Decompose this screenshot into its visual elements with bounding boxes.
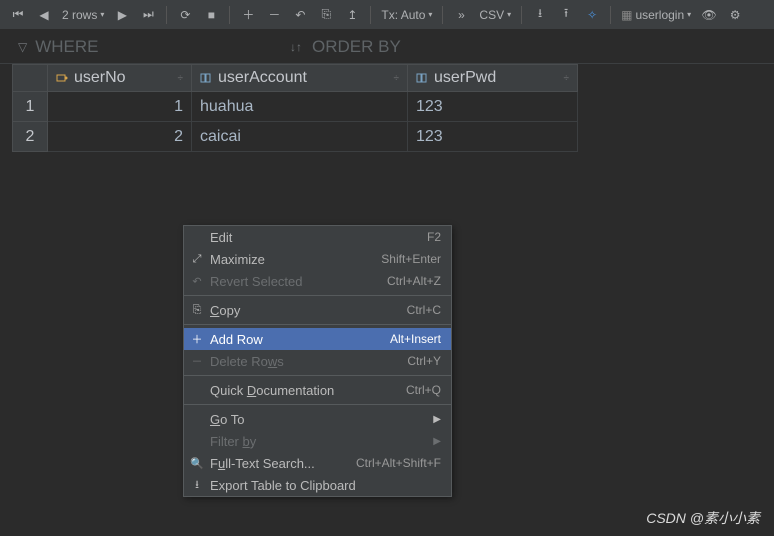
menu-shortcut: Ctrl+C (407, 303, 441, 317)
menu-shortcut: Ctrl+Alt+Shift+F (356, 456, 441, 470)
sort-indicator: ÷ (178, 73, 184, 84)
main-toolbar: ⏮ ◀ 2 rows▾ ▶ ⏭ ⟳ ■ ＋ － ↶ ⎘ ↥ Tx: Auto▾ … (0, 0, 774, 30)
col-label: userPwd (434, 69, 496, 87)
prev-page-icon[interactable]: ◀ (32, 3, 56, 27)
menu-separator (184, 404, 451, 405)
col-label: userAccount (218, 69, 307, 87)
orderby-label: ORDER BY (312, 37, 401, 57)
menu-separator (184, 324, 451, 325)
sort-indicator: ÷ (394, 73, 400, 84)
col-label: userNo (74, 69, 126, 87)
menu-export[interactable]: ⭳ Export Table to Clipboard (184, 474, 451, 496)
cell[interactable]: caicai (192, 122, 408, 152)
menu-shortcut: Alt+Insert (390, 332, 441, 346)
last-page-icon[interactable]: ⏭ (136, 3, 160, 27)
userlogin-label: userlogin (635, 8, 684, 22)
row-number[interactable]: 1 (12, 92, 48, 122)
menu-label: Add Row (210, 332, 263, 347)
watermark: CSDN @素小小素 (646, 508, 760, 528)
cell[interactable]: 123 (408, 92, 578, 122)
minus-icon: － (190, 353, 204, 369)
first-page-icon[interactable]: ⏮ (6, 3, 30, 27)
column-header-userNo[interactable]: userNo ÷ (48, 64, 192, 92)
sort-indicator: ÷ (564, 73, 570, 84)
row-count-label: 2 rows (62, 8, 97, 22)
where-filter[interactable]: ▽ WHERE (0, 37, 290, 57)
stop-icon[interactable]: ■ (199, 3, 223, 27)
menu-label: Edit (210, 230, 232, 245)
plus-icon: ＋ (190, 331, 204, 347)
cell[interactable]: 2 (48, 122, 192, 152)
sort-icon: ↓↑ (290, 40, 302, 54)
submenu-arrow-icon: ▶ (433, 436, 441, 447)
menu-label: Revert Selected (210, 274, 303, 289)
menu-delete-rows: －Delete RowsCtrl+Y (184, 350, 451, 372)
menu-add-row[interactable]: ＋ Add Row Alt+Insert (184, 328, 451, 350)
menu-full-text-search[interactable]: 🔍Full-Text Search...Ctrl+Alt+Shift+F (184, 452, 451, 474)
menu-label: Maximize (210, 252, 265, 267)
orderby-filter[interactable]: ↓↑ ORDER BY (290, 37, 401, 57)
menu-shortcut: Ctrl+Alt+Z (387, 274, 441, 288)
menu-revert: ↶ Revert Selected Ctrl+Alt+Z (184, 270, 451, 292)
menu-shortcut: F2 (427, 230, 441, 244)
table-row[interactable]: 2 2 caicai 123 (12, 122, 762, 152)
cell[interactable]: huahua (192, 92, 408, 122)
cell[interactable]: 123 (408, 122, 578, 152)
menu-maximize[interactable]: ⤢ Maximize Shift+Enter (184, 248, 451, 270)
grid-corner[interactable] (12, 64, 48, 92)
menu-separator (184, 375, 451, 376)
row-number[interactable]: 2 (12, 122, 48, 152)
maximize-icon: ⤢ (190, 253, 204, 266)
menu-label: Export Table to Clipboard (210, 478, 356, 493)
menu-edit[interactable]: Edit F2 (184, 226, 451, 248)
menu-quick-doc[interactable]: Quick DocumentationCtrl+Q (184, 379, 451, 401)
clone-icon[interactable]: ⎘ (314, 3, 338, 27)
settings-icon[interactable]: ⚙ (723, 3, 747, 27)
remove-icon[interactable]: － (262, 3, 286, 27)
tx-mode-dropdown[interactable]: Tx: Auto▾ (377, 8, 436, 22)
next-page-icon[interactable]: ▶ (110, 3, 134, 27)
grid-header: userNo ÷ userAccount ÷ userPwd ÷ (12, 64, 762, 92)
filter-icon: ▽ (18, 40, 27, 54)
table-row[interactable]: 1 1 huahua 123 (12, 92, 762, 122)
data-grid: userNo ÷ userAccount ÷ userPwd ÷ 1 1 huahua… (12, 64, 762, 152)
download-icon: ⭳ (190, 476, 204, 495)
submenu-arrow-icon: ▶ (433, 414, 441, 425)
filter-row: ▽ WHERE ↓↑ ORDER BY (0, 30, 774, 64)
column-icon (200, 72, 212, 84)
more-icon[interactable]: » (449, 3, 473, 27)
column-header-userPwd[interactable]: userPwd ÷ (408, 64, 578, 92)
upload-icon[interactable]: ⭱ (554, 3, 578, 27)
compare-icon[interactable]: ✧ (580, 3, 604, 27)
menu-shortcut: Ctrl+Q (406, 383, 441, 397)
tx-mode-label: Tx: Auto (381, 8, 425, 22)
column-icon (416, 72, 428, 84)
add-icon[interactable]: ＋ (236, 3, 260, 27)
cell[interactable]: 1 (48, 92, 192, 122)
csv-dropdown[interactable]: CSV▾ (475, 8, 515, 22)
csv-label: CSV (479, 8, 504, 22)
context-menu: Edit F2 ⤢ Maximize Shift+Enter ↶ Revert Sele… (183, 225, 452, 497)
userlogin-dropdown[interactable]: ▦ userlogin▾ (617, 8, 695, 22)
menu-filter-by: Filter by▶ (184, 430, 451, 452)
commit-icon[interactable]: ↥ (340, 3, 364, 27)
copy-icon: ⎘ (190, 304, 204, 317)
menu-goto[interactable]: Go To▶ (184, 408, 451, 430)
view-icon[interactable]: 👁 (697, 3, 721, 27)
where-label: WHERE (35, 37, 98, 57)
revert-icon: ↶ (190, 275, 204, 288)
menu-shortcut: Ctrl+Y (407, 354, 441, 368)
pk-icon (56, 72, 68, 84)
download-icon[interactable]: ⭳ (528, 3, 552, 27)
revert-icon[interactable]: ↶ (288, 3, 312, 27)
search-icon: 🔍 (190, 457, 204, 470)
column-header-userAccount[interactable]: userAccount ÷ (192, 64, 408, 92)
menu-copy[interactable]: ⎘CopyCtrl+C (184, 299, 451, 321)
menu-shortcut: Shift+Enter (381, 252, 441, 266)
row-count-dropdown[interactable]: 2 rows▾ (58, 8, 108, 22)
menu-separator (184, 295, 451, 296)
refresh-icon[interactable]: ⟳ (173, 3, 197, 27)
